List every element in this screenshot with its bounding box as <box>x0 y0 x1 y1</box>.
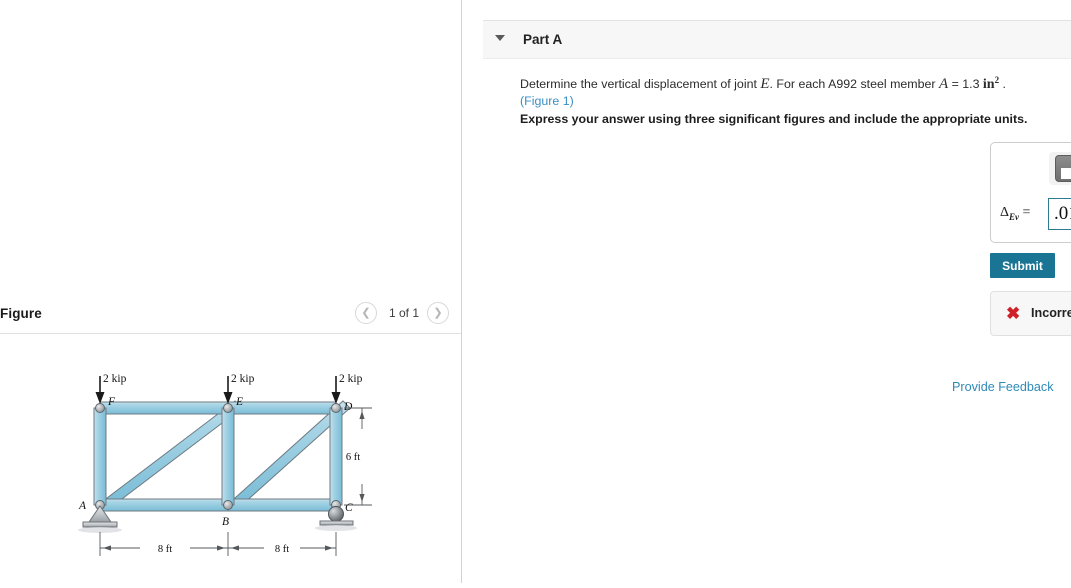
math-template-icon[interactable] <box>1055 155 1071 182</box>
truss-diagram-svg: 2 kip 2 kip 2 kip F E D A B C 6 ft 8 ft … <box>78 373 372 556</box>
joint-label-f: F <box>107 396 116 408</box>
figure-title: Figure <box>0 306 42 321</box>
delta-subscript: Ev <box>1009 211 1020 222</box>
figure-prev-button[interactable]: ❮ <box>355 302 377 324</box>
figure-panel: Figure ❮ 1 of 1 ❯ 2 kip 2 kip 2 kip F E … <box>0 0 462 583</box>
figure-1-link[interactable]: Figure 1 <box>524 94 569 108</box>
problem-panel: Part A Determine the vertical displaceme… <box>463 0 1071 583</box>
area-symbol: A <box>938 76 949 93</box>
dimension-label-right: 8 ft <box>275 544 289 555</box>
load-arrows <box>95 376 341 404</box>
submit-button[interactable]: Submit <box>990 253 1055 278</box>
joint-label-a: A <box>78 500 87 512</box>
answer-value-input[interactable] <box>1048 198 1071 230</box>
load-label-d: 2 kip <box>339 373 363 385</box>
joint-label-b: B <box>222 516 229 528</box>
joint-label-c: C <box>345 502 353 514</box>
area-equals: = 1.3 <box>948 77 983 92</box>
joint-label-e: E <box>235 396 243 408</box>
part-title: Part A <box>523 32 563 47</box>
figure-link-close: ) <box>569 94 574 109</box>
provide-feedback-link[interactable]: Provide Feedback <box>952 380 1054 394</box>
figure-next-button[interactable]: ❯ <box>427 302 449 324</box>
load-label-e: 2 kip <box>231 373 255 385</box>
answer-toolbar: μÅ ↰ ↱ ↺ ⌨ ? <box>1049 152 1071 185</box>
problem-text-2: . For each A992 steel member <box>769 77 939 92</box>
truss-members <box>93 400 351 512</box>
problem-text-1: Determine the vertical displacement of j… <box>520 77 761 92</box>
joint-label-d: D <box>343 401 353 413</box>
dimension-spans: 8 ft 8 ft <box>99 532 337 556</box>
caret-down-icon[interactable] <box>495 35 505 41</box>
joint-symbol: E <box>760 76 770 93</box>
equals-sign: = <box>1019 205 1031 220</box>
dimension-label-left: 8 ft <box>158 544 172 555</box>
answer-instruction: Express your answer using three signific… <box>520 112 1028 126</box>
answer-entry-widget: μÅ ↰ ↱ ↺ ⌨ ? ΔEv = <box>990 142 1071 243</box>
problem-statement: Determine the vertical displacement of j… <box>520 72 1048 110</box>
delta-symbol: Δ <box>1000 205 1010 220</box>
load-label-f: 2 kip <box>103 373 127 385</box>
area-units: in <box>982 77 995 93</box>
problem-text-end: . <box>999 77 1006 92</box>
feedback-message: Incorrect; Try Again; 19 attempts remain… <box>1031 306 1071 320</box>
answer-variable-label: ΔEv = <box>1000 205 1030 222</box>
dimension-height: 6 ft <box>344 407 372 506</box>
figure-count-label: 1 of 1 <box>388 306 420 320</box>
feedback-banner: ✖ Incorrect; Try Again; 19 attempts rema… <box>990 291 1071 336</box>
red-x-icon: ✖ <box>1006 304 1021 323</box>
part-a-header[interactable]: Part A <box>483 20 1071 59</box>
truss-figure: 2 kip 2 kip 2 kip F E D A B C 6 ft 8 ft … <box>0 334 461 583</box>
dimension-label-height: 6 ft <box>346 452 360 463</box>
